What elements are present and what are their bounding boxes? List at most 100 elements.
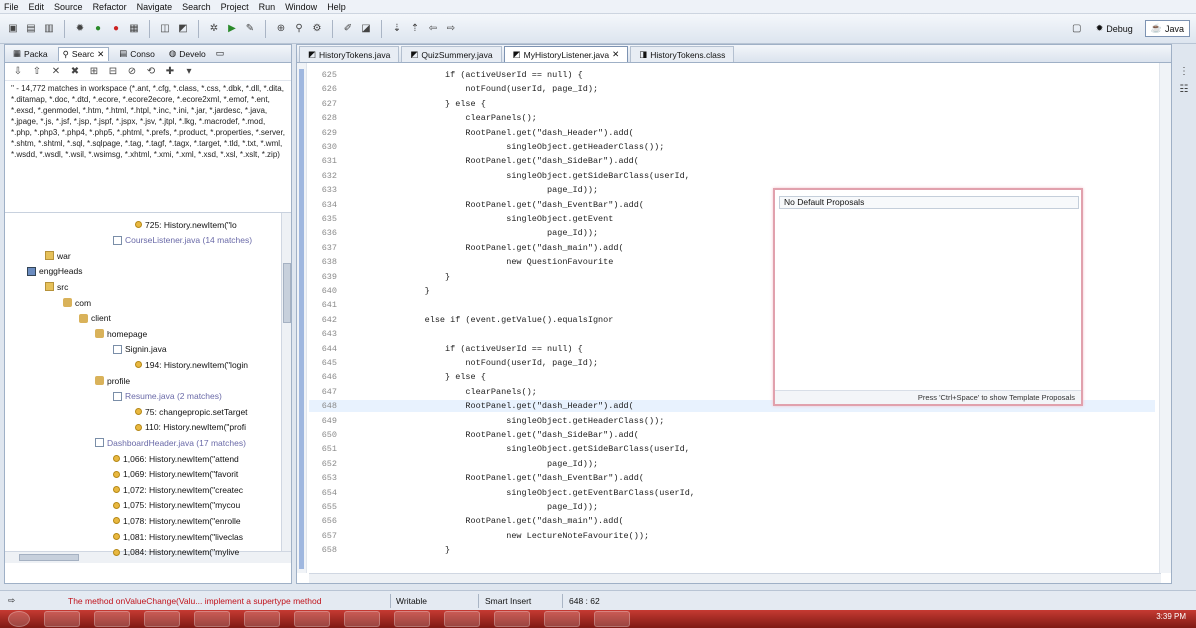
tree-item[interactable]: com [63,295,91,310]
minimize-icon[interactable]: ▭ [216,48,225,59]
scrollbar-thumb[interactable] [283,263,291,323]
code-line[interactable]: 658 } [309,544,1155,556]
code-line[interactable]: 626 notFound(userId, page_Id); [309,83,1155,95]
external-tools-icon[interactable]: ✎ [243,22,257,36]
run-icon[interactable]: ● [91,22,105,36]
taskbar-app[interactable] [594,611,630,627]
debug-icon[interactable]: ✹ [73,22,87,36]
code-line[interactable]: 629 RootPanel.get("dash_Header").add( [309,127,1155,139]
debug-perspective-button[interactable]: ✹ Debug [1090,20,1139,37]
menu-search[interactable]: Search [182,2,211,12]
tree-item[interactable]: 75: changepropic.setTarget [135,404,248,419]
taskbar-app[interactable] [494,611,530,627]
proposal-item[interactable]: No Default Proposals [779,196,1079,209]
tree-item[interactable]: war [45,248,71,263]
tree-item[interactable]: 1,072: History.newItem("createc [113,482,243,497]
collapse-all-icon[interactable]: ⊟ [106,65,120,79]
tab-history-tokens-java[interactable]: ◩ HistoryTokens.java [299,46,400,62]
taskbar-app[interactable] [244,611,280,627]
menu-file[interactable]: File [4,2,19,12]
tree-item[interactable]: 1,081: History.newItem("liveclas [113,529,243,544]
code-line[interactable]: 628 clearPanels(); [309,112,1155,124]
menu-run[interactable]: Run [259,2,276,12]
tree-item[interactable]: src [45,279,68,294]
tree-vertical-scrollbar[interactable] [281,213,291,563]
tree-item[interactable]: 1,069: History.newItem("favorit [113,467,238,482]
task-list-icon[interactable]: ☷ [1177,82,1191,96]
tree-item[interactable]: 1,084: History.newItem("mylive [113,545,239,560]
tree-item[interactable]: Signin.java [113,342,167,357]
next-annotation-icon[interactable]: ⇣ [390,22,404,36]
next-match-icon[interactable]: ⇩ [11,65,25,79]
menu-refactor[interactable]: Refactor [93,2,127,12]
menu-window[interactable]: Window [285,2,317,12]
taskbar-app[interactable] [444,611,480,627]
tab-quiz-summery-java[interactable]: ◩ QuizSummery.java [401,46,502,62]
code-line[interactable]: 652 page_Id)); [309,458,1155,470]
menu-edit[interactable]: Edit [29,2,45,12]
new-package-icon[interactable]: ◩ [176,22,190,36]
taskbar-app[interactable] [44,611,80,627]
code-line[interactable]: 649 singleObject.getHeaderClass()); [309,415,1155,427]
tree-item[interactable]: 1,066: History.newItem("attend [113,451,239,466]
tab-console[interactable]: ▤ Conso [115,47,159,60]
stop-icon[interactable]: ● [109,22,123,36]
taskbar-app[interactable] [194,611,230,627]
tree-item[interactable]: profile [95,373,130,388]
taskbar-app[interactable] [544,611,580,627]
tree-item[interactable]: Resume.java (2 matches) [113,389,222,404]
menu-source[interactable]: Source [54,2,83,12]
code-line[interactable]: 627 } else { [309,98,1155,110]
tree-item[interactable]: 1,078: History.newItem("enrolle [113,513,241,528]
cancel-search-icon[interactable]: ⊘ [125,65,139,79]
code-line[interactable]: 625 if (activeUserId == null) { [309,69,1155,81]
close-icon[interactable]: ✕ [612,49,619,60]
tab-history-tokens-class[interactable]: ◨ HistoryTokens.class [630,46,735,62]
tree-item[interactable]: 110: History.newItem("profi [135,420,246,435]
remove-all-icon[interactable]: ✖ [68,65,82,79]
tree-item[interactable]: homepage [95,326,147,341]
taskbar-app[interactable] [344,611,380,627]
tree-item[interactable]: 194: History.newItem("login [135,357,248,372]
menu-help[interactable]: Help [327,2,346,12]
tree-item[interactable]: DashboardHeader.java (17 matches) [95,435,246,450]
editor-horizontal-scrollbar[interactable] [309,573,1161,583]
tab-search[interactable]: ⚲ Searc ✕ [57,46,110,61]
tree-item[interactable]: 1,075: History.newItem("mycou [113,498,240,513]
open-perspective-icon[interactable]: ▢ [1070,22,1084,36]
code-line[interactable]: 632 singleObject.getSideBarClass(userId, [309,170,1155,182]
start-button[interactable] [8,611,30,627]
code-line[interactable]: 631 RootPanel.get("dash_SideBar").add( [309,155,1155,167]
tab-my-history-listener-java[interactable]: ◩ MyHistoryListener.java ✕ [503,46,629,62]
code-line[interactable]: 656 RootPanel.get("dash_main").add( [309,515,1155,527]
search-toolbar-icon[interactable]: ⚲ [292,22,306,36]
outline-icon[interactable]: ⋮ [1177,64,1191,78]
view-menu-icon[interactable]: ▾ [182,65,196,79]
print-icon[interactable]: ▥ [42,22,56,36]
taskbar-app[interactable] [294,611,330,627]
remove-match-icon[interactable]: ✕ [49,65,63,79]
menu-project[interactable]: Project [221,2,249,12]
taskbar-app[interactable] [394,611,430,627]
open-type-icon[interactable]: ⊕ [274,22,288,36]
close-icon[interactable]: ✕ [97,49,104,60]
prev-match-icon[interactable]: ⇧ [30,65,44,79]
code-line[interactable]: 650 RootPanel.get("dash_SideBar").add( [309,429,1155,441]
pin-icon[interactable]: ✚ [163,65,177,79]
toggle-mark-icon[interactable]: ◪ [359,22,373,36]
history-icon[interactable]: ⟲ [144,65,158,79]
server-icon[interactable]: ▦ [127,22,141,36]
java-perspective-button[interactable]: ☕ Java [1144,20,1190,37]
menu-navigate[interactable]: Navigate [137,2,173,12]
scrollbar-thumb[interactable] [19,554,79,561]
annotation-icon[interactable]: ✐ [341,22,355,36]
taskbar-app[interactable] [94,611,130,627]
save-icon[interactable]: ▤ [24,22,38,36]
code-line[interactable]: 655 page_Id)); [309,501,1155,513]
code-line[interactable]: 654 singleObject.getEventBarClass(userId… [309,487,1155,499]
taskbar-app[interactable] [144,611,180,627]
new-java-project-icon[interactable]: ◫ [158,22,172,36]
tab-developer[interactable]: ◍ Develo [165,47,210,60]
code-line[interactable]: 653 RootPanel.get("dash_EventBar").add( [309,472,1155,484]
code-line[interactable]: 651 singleObject.getSideBarClass(userId, [309,443,1155,455]
